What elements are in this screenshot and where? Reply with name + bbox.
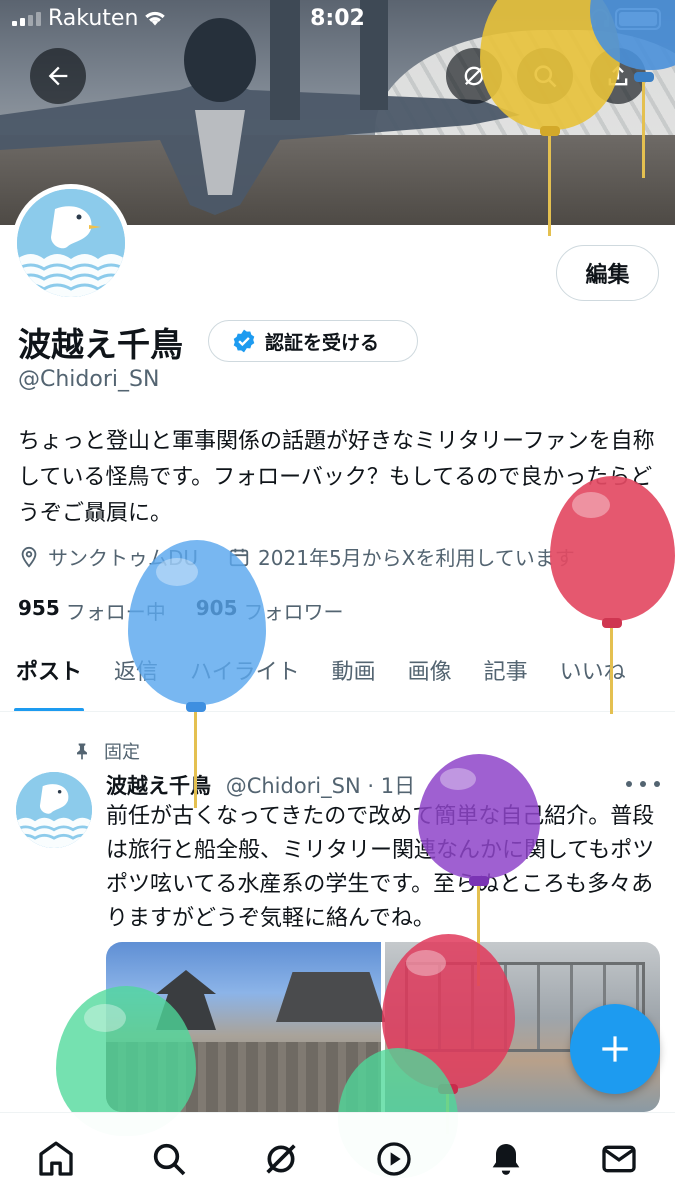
back-button[interactable] (30, 48, 86, 104)
notifications-icon (492, 1144, 520, 1175)
more-options-icon[interactable] (626, 772, 660, 796)
birthday-balloon-blue (128, 540, 268, 810)
nav-home[interactable] (32, 1135, 80, 1183)
birthday-balloon-blue-top (590, 0, 675, 180)
edit-profile-button[interactable]: 編集 (556, 245, 659, 301)
tab-posts[interactable]: ポスト (0, 640, 98, 711)
post-author-avatar[interactable] (16, 772, 92, 848)
tab-videos[interactable]: 動画 (316, 640, 392, 711)
pin-icon (77, 743, 87, 760)
following-count[interactable]: 955 (18, 596, 60, 625)
profile-handle: @Chidori_SN (18, 367, 160, 392)
compose-post-button[interactable] (570, 1004, 660, 1094)
chidori-bird-avatar-icon (17, 189, 125, 297)
tab-articles[interactable]: 記事 (468, 640, 544, 711)
bottom-navigation (0, 1112, 675, 1200)
grok-icon (266, 1144, 296, 1174)
birthday-balloon-red-right (550, 476, 675, 716)
profile-meta: サンクトゥムDU 2021年5月からXを利用しています (18, 542, 575, 571)
tab-images[interactable]: 画像 (392, 640, 468, 711)
nav-grok[interactable] (257, 1135, 305, 1183)
nav-search[interactable] (145, 1135, 193, 1183)
messages-icon (602, 1145, 636, 1173)
nav-messages[interactable] (595, 1135, 643, 1183)
birthday-balloon-green-bottom (338, 1048, 458, 1178)
verified-badge-icon (233, 329, 255, 353)
search-icon (153, 1143, 186, 1176)
profile-avatar[interactable] (12, 184, 130, 302)
back-arrow-icon (48, 66, 68, 86)
video-icon (377, 1142, 411, 1176)
get-verified-button[interactable]: 認証を受ける (208, 320, 418, 362)
profile-joined-date: 2021年5月からXを利用しています (258, 546, 575, 570)
plus-icon (602, 1036, 628, 1062)
location-pin-icon (21, 546, 37, 568)
nav-notifications[interactable] (482, 1135, 530, 1183)
chidori-bird-avatar-icon (16, 772, 92, 848)
nav-video[interactable] (370, 1135, 418, 1183)
post-text: 前任が古くなってきたので改めて簡単な自己紹介。普段は旅行と船全般、ミリタリー関連… (106, 804, 655, 931)
home-icon (39, 1141, 73, 1176)
get-verified-label: 認証を受ける (265, 331, 380, 354)
display-name: 波越え千鳥 (18, 325, 183, 364)
birthday-balloon-green-left (56, 986, 196, 1136)
